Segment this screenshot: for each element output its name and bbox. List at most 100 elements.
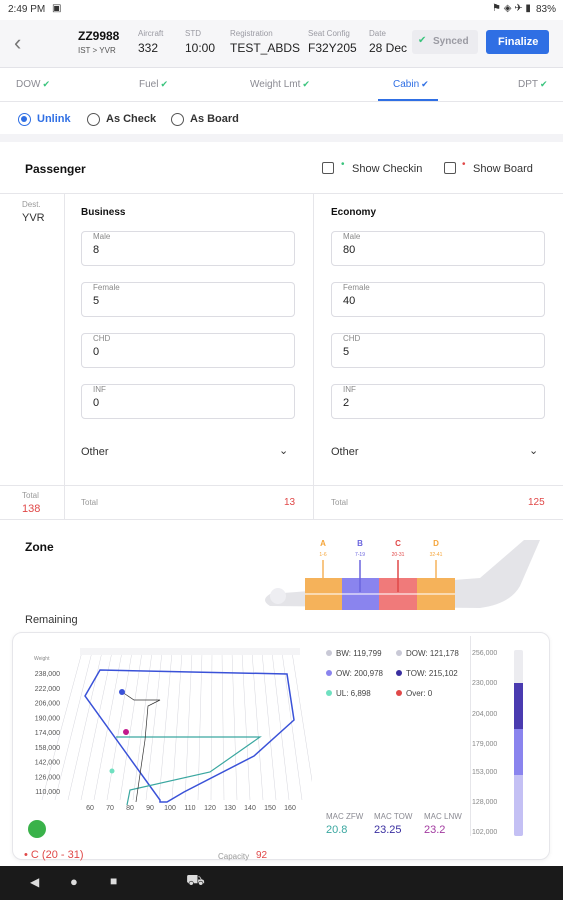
- business-inf-field[interactable]: INF 0: [81, 384, 295, 419]
- system-nav-bar: ◀ ● ■ ⛟: [0, 866, 563, 900]
- mac-lnw-value: 23.2: [424, 824, 446, 836]
- economy-male-field[interactable]: Male 80: [331, 231, 545, 266]
- legend-dot: [396, 670, 402, 676]
- tab-dow[interactable]: DOW ✔: [16, 79, 50, 90]
- field-label: Male: [93, 232, 111, 241]
- legend-ow: OW: 200,978: [326, 669, 383, 678]
- std-label: STD: [185, 29, 201, 38]
- chevron-down-icon[interactable]: ⌄: [279, 444, 288, 457]
- vscale-label: 102,000: [472, 829, 498, 836]
- back-nav-icon[interactable]: ◀: [30, 875, 39, 889]
- notification-icon: ▣: [52, 3, 62, 14]
- floating-action-button[interactable]: [28, 820, 46, 838]
- tab-dow-label: DOW: [16, 79, 41, 90]
- y-tick-label: 142,000: [35, 760, 60, 767]
- grid-line: [106, 651, 133, 801]
- field-value: 80: [343, 244, 356, 256]
- weight-level-bar: [514, 650, 523, 836]
- passenger-title: Passenger: [25, 162, 86, 176]
- legend-label: BW: 119,799: [336, 649, 382, 658]
- radio-as-check[interactable]: [87, 113, 100, 126]
- remaining-label: Remaining: [25, 614, 78, 626]
- cg-envelope-chart: Weight 110,000 126,000 142,000 158,000 174,0…: [34, 648, 312, 812]
- field-value: 0: [93, 346, 100, 358]
- grand-total-value: 138: [22, 503, 41, 515]
- legend-label: TOW: 215,102: [406, 669, 458, 678]
- back-icon[interactable]: ‹: [14, 30, 21, 56]
- active-tab-indicator: [378, 99, 438, 101]
- synced-label: Synced: [433, 36, 469, 47]
- aircraft-value: 332: [138, 41, 159, 55]
- legend-label: OW: 200,978: [336, 669, 383, 678]
- x-tick-label: 60: [86, 805, 94, 812]
- app-switch-icon[interactable]: ⛟: [186, 872, 205, 891]
- radio-unlink[interactable]: [18, 113, 31, 126]
- grid-line: [291, 651, 312, 783]
- economy-inf-field[interactable]: INF 2: [331, 384, 545, 419]
- radio-as-board[interactable]: [171, 113, 184, 126]
- tab-weight-limit[interactable]: Weight Lmt ✔: [250, 79, 310, 90]
- grand-total-label: Total: [22, 491, 39, 500]
- bullet-icon: •: [24, 849, 31, 861]
- business-male-field[interactable]: Male 8: [81, 231, 295, 266]
- board-dot-icon: •: [462, 159, 466, 170]
- aircraft-label: Aircraft: [138, 29, 164, 38]
- zone-a-range: 1-6: [319, 552, 326, 558]
- x-tick-label: 120: [204, 805, 216, 812]
- synced-button[interactable]: ✔ Synced: [412, 30, 478, 54]
- home-nav-icon[interactable]: ●: [70, 874, 78, 889]
- status-bar: 2:49 PM ▣ ⚑ ◈ ✈ ▮ 83%: [0, 0, 563, 20]
- field-value: 8: [93, 244, 100, 256]
- divider: [0, 519, 563, 520]
- zfw-point: [109, 768, 115, 774]
- check-icon: ✔: [418, 35, 427, 46]
- std-value: 10:00: [185, 41, 216, 55]
- divider: [313, 193, 314, 519]
- show-board-checkbox[interactable]: [444, 162, 456, 174]
- economy-chd-field[interactable]: CHD 5: [331, 333, 545, 368]
- business-other-dropdown[interactable]: Other: [81, 446, 109, 458]
- finalize-button[interactable]: Finalize: [486, 30, 549, 54]
- business-chd-field[interactable]: CHD 0: [81, 333, 295, 368]
- vscale-label: 153,000: [472, 769, 498, 776]
- y-tick-label: 206,000: [35, 701, 60, 708]
- economy-other-dropdown[interactable]: Other: [331, 446, 359, 458]
- dest-label: Dest.: [22, 200, 41, 209]
- tab-cabin[interactable]: Cabin ✔: [393, 79, 429, 90]
- y-tick-label: 222,000: [35, 686, 60, 693]
- x-tick-label: 80: [126, 805, 134, 812]
- x-tick-label: 110: [184, 805, 195, 812]
- tab-cabin-label: Cabin: [393, 79, 420, 90]
- business-female-field[interactable]: Female 5: [81, 282, 295, 317]
- date-value: 28 Dec: [369, 41, 408, 55]
- grid-line: [158, 651, 173, 801]
- legend-bw: BW: 119,799: [326, 649, 382, 658]
- checkin-dot-icon: •: [341, 159, 345, 170]
- field-value: 5: [343, 346, 350, 358]
- tab-dpt[interactable]: DPT ✔: [518, 79, 548, 90]
- y-tick-label: 190,000: [35, 715, 60, 722]
- economy-female-field[interactable]: Female 40: [331, 282, 545, 317]
- x-tick-label: 100: [164, 805, 176, 812]
- check-icon: ✔: [42, 79, 50, 89]
- tab-fuel[interactable]: Fuel ✔: [139, 79, 168, 90]
- x-ticks: 60 70 80 90 100 110 120 130 140 150 160: [86, 805, 296, 812]
- show-checkin-checkbox[interactable]: [322, 162, 334, 174]
- chevron-down-icon[interactable]: ⌄: [529, 444, 538, 457]
- divider: [64, 193, 65, 519]
- date-label: Date: [369, 29, 386, 38]
- zone-c-range: 20-31: [392, 552, 405, 558]
- vscale-label: 128,000: [472, 799, 498, 806]
- field-label: CHD: [93, 334, 111, 343]
- mac-lnw-label: MAC LNW: [424, 812, 462, 821]
- recents-nav-icon[interactable]: ■: [110, 874, 117, 888]
- capacity-value: 92: [256, 850, 268, 861]
- y-tick-label: 238,000: [35, 671, 60, 678]
- grid-line: [221, 651, 225, 801]
- battery-level: 83%: [536, 4, 557, 15]
- status-time: 2:49 PM: [8, 4, 46, 15]
- zone-a-letter: A: [320, 539, 326, 548]
- tab-weight-limit-label: Weight Lmt: [250, 79, 301, 90]
- cabin-zone-diagram: A 1-6 B 7-19 C 20-31 D 32-41: [265, 539, 540, 610]
- tab-bar: DOW ✔ Fuel ✔ Weight Lmt ✔ Cabin ✔ DPT ✔: [0, 68, 563, 102]
